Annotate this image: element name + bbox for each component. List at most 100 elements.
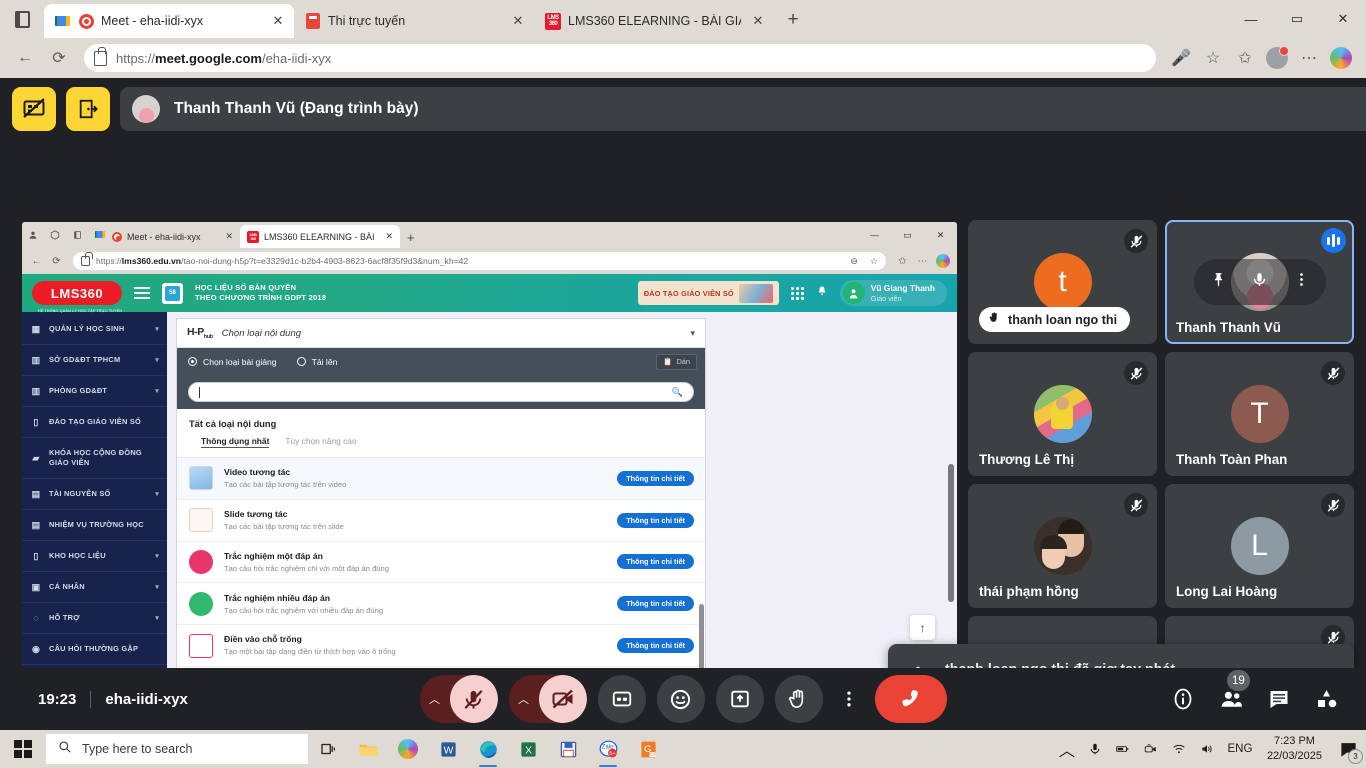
wifi-icon[interactable] <box>1165 730 1193 768</box>
sidebar-item-phong-gddt[interactable]: ▥ PHÒNG GD&ĐT ▾ <box>22 376 167 407</box>
participant-tile[interactable]: Thương Lê Thị <box>968 352 1157 476</box>
more-options-icon[interactable] <box>1293 271 1310 293</box>
exit-icon[interactable] <box>66 87 110 131</box>
url-input[interactable]: https://lms360.edu.vn/tao-noi-dung-h5p?t… <box>73 252 886 270</box>
sidebar-item-quan-ly-hoc-sinh[interactable]: ▦ QUẢN LÝ HỌC SINH ▾ <box>22 314 167 345</box>
participant-tile[interactable]: t thanh loan ngo thi <box>968 220 1157 344</box>
volume-icon[interactable] <box>1193 730 1221 768</box>
maximize-button[interactable]: ▭ <box>1274 0 1320 38</box>
zoom-out-icon[interactable]: ⊖ <box>850 256 858 267</box>
shared-tab-lms360[interactable]: LMS360 LMS360 ELEARNING - BÀI GIẢNG ✕ <box>240 225 400 248</box>
vertical-tabs-icon[interactable] <box>44 222 66 248</box>
people-button[interactable]: 19 <box>1218 686 1244 712</box>
excel-icon[interactable]: X <box>508 730 548 768</box>
h5p-panel-header[interactable]: H-Phub Chọn loại nội dung ▾ <box>177 319 705 348</box>
collections-icon[interactable]: ✩ <box>894 253 911 270</box>
leave-call-button[interactable] <box>875 675 947 723</box>
chevron-up-icon[interactable]: ︿ <box>1053 730 1081 768</box>
microphone-icon[interactable]: 🎤 <box>1166 43 1196 73</box>
close-icon[interactable]: ✕ <box>268 11 288 31</box>
participant-tile-active-speaker[interactable]: Thanh Thanh Vũ <box>1165 220 1354 344</box>
language-indicator[interactable]: ENG <box>1221 730 1259 768</box>
back-icon[interactable]: ← <box>28 253 45 270</box>
detail-button[interactable]: Thông tin chi tiết <box>617 471 694 486</box>
hamburger-menu-icon[interactable] <box>134 287 150 299</box>
captions-button[interactable] <box>598 675 646 723</box>
favorite-star-icon[interactable]: ☆ <box>864 256 878 267</box>
reload-icon[interactable]: ⟳ <box>44 43 74 73</box>
page-scrollbar[interactable] <box>948 464 954 602</box>
sidebar-item-ca-nhan[interactable]: ▣ CÁ NHÂN ▾ <box>22 572 167 603</box>
mic-off-button[interactable] <box>450 675 498 723</box>
sidebar-item-dao-tao-giao-vien-so[interactable]: ▯ ĐÀO TẠO GIÁO VIÊN SỐ <box>22 407 167 438</box>
close-icon[interactable]: ✕ <box>508 11 528 31</box>
zalo-icon[interactable]: Zalo5+ <box>588 730 628 768</box>
copilot-icon[interactable] <box>1326 43 1356 73</box>
chevron-up-icon[interactable]: ︿ <box>509 675 539 723</box>
content-type-row[interactable]: Trắc nghiệm nhiều đáp án Tạo câu hỏi trắ… <box>177 583 705 625</box>
emoji-reactions-button[interactable] <box>657 675 705 723</box>
browser-tab-lms360[interactable]: LMS360 LMS360 ELEARNING - BÀI GIẢNG ✕ <box>534 4 774 38</box>
start-button[interactable] <box>0 730 46 768</box>
camera-control[interactable]: ︿ <box>509 675 587 723</box>
tab-search-icon[interactable] <box>0 0 44 38</box>
minimize-button[interactable]: — <box>1228 0 1274 38</box>
sidebar-item-tai-nguyen-so[interactable]: ▤ TÀI NGUYÊN SỐ ▾ <box>22 479 167 510</box>
battery-icon[interactable] <box>1109 730 1137 768</box>
copilot-icon[interactable] <box>934 253 951 270</box>
content-type-row[interactable]: Slide tương tác Tạo các bài tập tương tá… <box>177 500 705 542</box>
taskbar-search-input[interactable]: Type here to search <box>46 734 308 764</box>
clock[interactable]: 7:23 PM 22/03/2025 <box>1259 734 1330 764</box>
radio-select-lecture-type[interactable]: Chọn loại bài giảng <box>188 357 277 367</box>
apps-grid-icon[interactable] <box>791 287 804 300</box>
notifications-button[interactable]: 3 <box>1330 730 1366 768</box>
search-icon[interactable]: 🔍 <box>672 387 683 398</box>
sidebar-item-cau-hoi-thuong-gap[interactable]: ◉ CÂU HỎI THƯỜNG GẶP <box>22 634 167 665</box>
chevron-down-icon[interactable]: ▾ <box>690 328 695 339</box>
activities-button[interactable] <box>1314 686 1340 712</box>
file-explorer-icon[interactable] <box>348 730 388 768</box>
new-tab-button[interactable]: + <box>400 230 422 248</box>
task-view-icon[interactable] <box>308 730 348 768</box>
content-type-row[interactable]: Video tương tác Tạo các bài tập tương tá… <box>177 458 705 500</box>
close-window-button[interactable]: ✕ <box>924 222 957 248</box>
tab-search-icon[interactable] <box>66 222 88 248</box>
present-screen-button[interactable] <box>716 675 764 723</box>
mic-off-icon[interactable] <box>1251 271 1268 293</box>
back-icon[interactable]: ← <box>10 43 40 73</box>
search-input[interactable]: 🔍 <box>188 382 694 402</box>
camera-off-button[interactable] <box>539 675 587 723</box>
scroll-to-top-button[interactable]: ↑ <box>910 615 935 640</box>
profile-avatar[interactable] <box>1262 43 1292 73</box>
user-profile-chip[interactable]: Vũ Giang Thanh Giáo viên <box>840 280 947 306</box>
raise-hand-button[interactable] <box>775 675 823 723</box>
more-options-icon[interactable]: ⋯ <box>1294 43 1324 73</box>
profile-icon[interactable] <box>22 222 44 248</box>
teacher-training-banner[interactable]: ĐÀO TẠO GIÁO VIÊN SỐ <box>638 281 779 305</box>
sidebar-item-so-gddt-tphcm[interactable]: ▥ SỞ GD&ĐT TPHCM ▾ <box>22 345 167 376</box>
detail-button[interactable]: Thông tin chi tiết <box>617 513 694 528</box>
pin-icon[interactable] <box>1210 271 1227 293</box>
collections-icon[interactable]: ✩ <box>1230 43 1260 73</box>
participant-tile[interactable]: thái phạm hồng <box>968 484 1157 608</box>
sidebar-item-ho-tro[interactable]: ◌ HỖ TRỢ ▾ <box>22 603 167 634</box>
close-icon[interactable]: ✕ <box>382 231 396 242</box>
close-icon[interactable]: ✕ <box>222 231 236 242</box>
tab-popular[interactable]: Thông dụng nhất <box>201 436 269 448</box>
more-options-button[interactable] <box>834 675 864 723</box>
sidebar-item-kho-hoc-lieu[interactable]: ▯ KHO HỌC LIỆU ▾ <box>22 541 167 572</box>
tab-advanced[interactable]: Tùy chọn nâng cao <box>285 436 356 448</box>
stop-presenting-icon[interactable] <box>12 87 56 131</box>
minimize-button[interactable]: — <box>858 222 891 248</box>
gpdf-icon[interactable]: GPDF <box>628 730 668 768</box>
chevron-up-icon[interactable]: ︿ <box>420 675 450 723</box>
more-options-icon[interactable]: ⋯ <box>914 253 931 270</box>
new-tab-button[interactable]: + <box>778 5 808 35</box>
save-icon[interactable] <box>548 730 588 768</box>
participant-tile[interactable]: T Thanh Toàn Phan <box>1165 352 1354 476</box>
content-type-row[interactable]: Điền vào chỗ trống Tạo một bài tập dạng … <box>177 625 705 667</box>
meeting-details-button[interactable] <box>1170 686 1196 712</box>
microphone-control[interactable]: ︿ <box>420 675 498 723</box>
edge-icon[interactable] <box>468 730 508 768</box>
close-window-button[interactable]: ✕ <box>1320 0 1366 38</box>
